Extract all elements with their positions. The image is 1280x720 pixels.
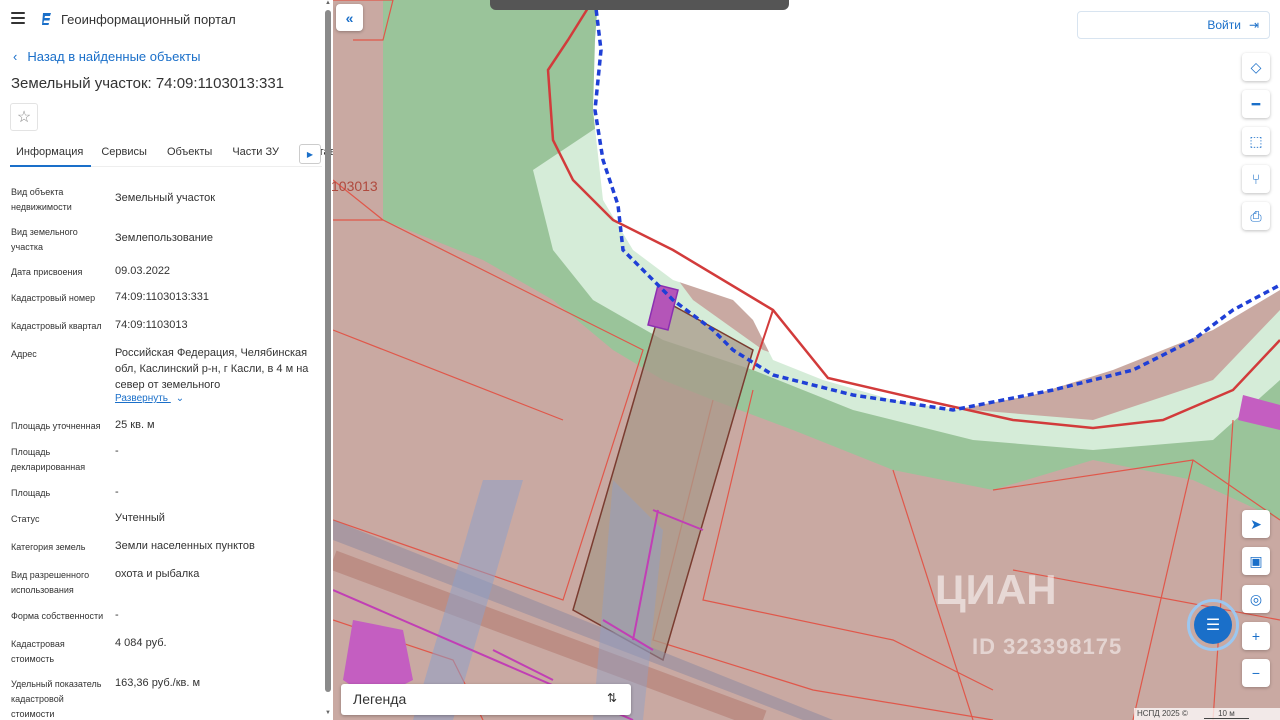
- address-value: Российская Федерация, Челябинская обл, К…: [115, 347, 309, 391]
- navigate-icon: ➤: [1250, 515, 1262, 532]
- login-icon: ⇥: [1248, 18, 1259, 32]
- collapse-panel-button[interactable]: «: [336, 4, 363, 31]
- scale-bar: 10 м: [1204, 709, 1249, 719]
- status-value: Учтенный: [115, 512, 165, 524]
- geo-search-icon: ◎: [1249, 590, 1263, 607]
- back-link[interactable]: ‹ Назад в найденные объекты: [13, 49, 200, 64]
- property-value: охота и рыбалка: [115, 568, 200, 580]
- property-value: 25 кв. м: [115, 419, 155, 431]
- plus-icon: +: [1251, 628, 1261, 644]
- property-label: Статус: [11, 514, 40, 524]
- ruler-icon: ━: [1251, 95, 1261, 112]
- watermark-id: ID 323398175: [972, 634, 1123, 659]
- double-chevron-left-icon: «: [345, 9, 354, 26]
- property-value: 163,36 руб./кв. м: [115, 677, 201, 689]
- watermark-text: ЦИАН: [935, 566, 1057, 613]
- scrollbar-thumb[interactable]: [325, 10, 331, 692]
- legend-label: Легенда: [353, 691, 407, 707]
- property-value: Земли населенных пунктов: [115, 540, 255, 552]
- zoom-out-button[interactable]: −: [1242, 659, 1270, 687]
- minimap-button[interactable]: ▣: [1242, 547, 1270, 575]
- scroll-down-arrow[interactable]: ▼: [325, 710, 331, 716]
- info-panel: Геоинформационный портал ‹ Назад в найде…: [0, 0, 333, 720]
- tab-information[interactable]: Информация: [10, 141, 92, 167]
- print-button[interactable]: ⎙: [1242, 202, 1270, 230]
- property-label: Площадь: [11, 488, 51, 498]
- top-bar: Геоинформационный портал: [0, 0, 333, 38]
- tab-objects[interactable]: Объекты: [155, 141, 220, 167]
- property-value: 4 084 руб.: [115, 637, 167, 649]
- property-label: Кадастровый квартал: [11, 321, 102, 331]
- cadastral-quarter-label: 103013: [331, 178, 378, 194]
- navigate-button[interactable]: ➤: [1242, 510, 1270, 538]
- property-label: Вид земельного участка: [11, 227, 78, 252]
- map-attribution: НСПД 2025 © 10 м: [1134, 708, 1280, 720]
- property-value: 09.03.2022: [115, 265, 171, 277]
- property-value: Землепользование: [115, 232, 214, 244]
- chat-button[interactable]: ☰: [1187, 599, 1239, 651]
- back-link-label: Назад в найденные объекты: [27, 49, 201, 64]
- area-select-icon: ⬚: [1249, 132, 1263, 149]
- login-button[interactable]: Войти ⇥: [1077, 11, 1270, 39]
- page-title: Земельный участок: 74:09:1103013:331: [11, 75, 285, 92]
- expand-address-link[interactable]: Развернуть ⌄: [115, 393, 184, 404]
- map-top-bar: [490, 0, 789, 10]
- geo-search-button[interactable]: ◎: [1242, 585, 1270, 613]
- tab-parts[interactable]: Части ЗУ: [220, 141, 287, 167]
- property-label: Форма собственности: [11, 611, 104, 621]
- property-label: Удельный показатель кадастровой стоимост…: [11, 679, 102, 719]
- property-label: Площадь уточненная: [11, 421, 101, 431]
- property-value: 74:09:1103013:331: [115, 291, 209, 303]
- triangle-right-icon: ▶: [306, 149, 314, 159]
- area-select-button[interactable]: ⬚: [1242, 127, 1270, 155]
- property-label: Категория земель: [11, 542, 86, 552]
- favorite-button[interactable]: ☆: [10, 103, 38, 131]
- chevron-left-icon: ‹: [13, 49, 18, 64]
- legend-select[interactable]: Легенда ⇅: [341, 684, 631, 715]
- property-value: -: [115, 445, 119, 457]
- chat-icon: ☰: [1194, 606, 1232, 644]
- minus-icon: −: [1251, 665, 1261, 681]
- expand-label: Развернуть: [115, 393, 169, 404]
- tab-services[interactable]: Сервисы: [91, 141, 155, 167]
- printer-icon: ⎙: [1250, 207, 1262, 224]
- property-value: 74:09:1103013: [115, 319, 188, 331]
- share-icon: ⑂: [1251, 171, 1261, 187]
- narrow-parcel: [573, 300, 753, 660]
- attribution-text: НСПД 2025 ©: [1137, 709, 1188, 718]
- star-icon: ☆: [16, 109, 32, 126]
- ruler-button[interactable]: ━: [1242, 90, 1270, 118]
- tab-bar: Информация Сервисы Объекты Части ЗУ Сост…: [10, 141, 333, 167]
- property-value: -: [115, 486, 119, 498]
- scroll-up-arrow[interactable]: ▲: [325, 0, 331, 6]
- share-button[interactable]: ⑂: [1242, 165, 1270, 193]
- map-drawing: [333, 0, 1280, 720]
- property-label: Дата присвоения: [11, 267, 83, 277]
- portal-title: Геоинформационный портал: [61, 12, 236, 27]
- property-label: Вид разрешенного использования: [11, 570, 90, 595]
- property-value: -: [115, 609, 119, 621]
- login-label: Войти: [1207, 18, 1241, 32]
- property-label: Адрес: [11, 349, 37, 359]
- layers-icon: ◇: [1250, 58, 1262, 75]
- property-label: Вид объекта недвижимости: [11, 187, 72, 212]
- zoom-in-button[interactable]: +: [1242, 622, 1270, 650]
- updown-chevron-icon: ⇅: [606, 691, 617, 705]
- property-label: Кадастровая стоимость: [11, 639, 65, 664]
- hamburger-icon[interactable]: [11, 12, 25, 24]
- map-canvas[interactable]: [333, 0, 1280, 720]
- tabs-scroll-right-button[interactable]: ▶: [299, 144, 321, 164]
- property-value: Земельный участок: [115, 192, 216, 204]
- portal-logo-icon: [42, 13, 51, 25]
- minimap-icon: ▣: [1249, 552, 1263, 569]
- property-label: Площадь декларированная: [11, 447, 86, 472]
- layers-button[interactable]: ◇: [1242, 53, 1270, 81]
- chevron-down-icon: ⌄: [175, 393, 185, 404]
- property-label: Кадастровый номер: [11, 293, 96, 303]
